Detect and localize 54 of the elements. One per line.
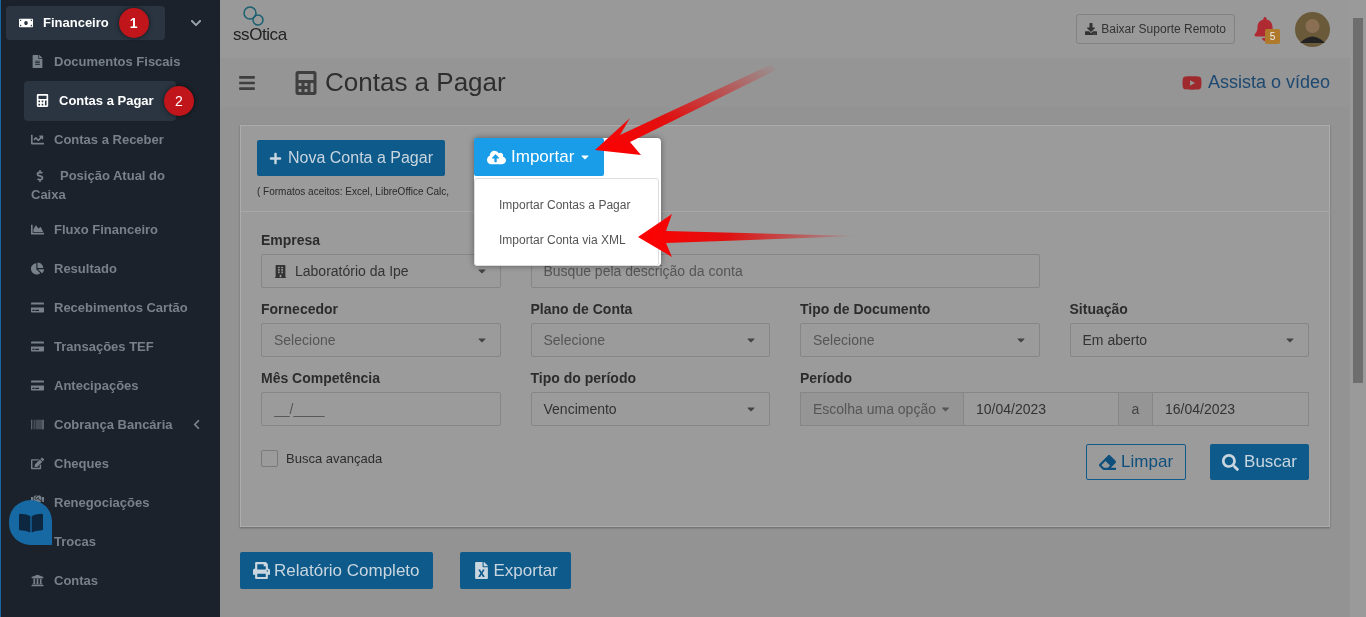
notification-count: 5	[1265, 29, 1280, 44]
select-field[interactable]: Selecione	[530, 323, 770, 357]
input-field[interactable]: __/____	[261, 392, 501, 426]
menu-item[interactable]: Importar Conta via XML	[499, 222, 626, 257]
select-field[interactable]: Laboratório da Ipe	[261, 254, 501, 288]
step-badge: 1	[118, 8, 149, 38]
field-label: Tipo de Documento	[800, 300, 932, 319]
page-title: Contas a Pagar	[325, 66, 506, 99]
date-field[interactable]: 16/04/2023	[1153, 392, 1309, 426]
import-button[interactable]: Importar	[474, 138, 605, 176]
field-label: Período	[800, 369, 854, 388]
field-label: Plano de Conta	[530, 300, 634, 319]
sidebar-item[interactable]: Cobrança Bancária	[54, 414, 173, 435]
input-field[interactable]: Busque pela descrição da conta	[530, 254, 1040, 288]
checkbox-label: Busca avançada	[286, 449, 383, 468]
sidebar-item[interactable]: Transações TEF	[54, 336, 154, 357]
field-label: Situação	[1069, 300, 1129, 319]
date-field[interactable]: 10/04/2023	[964, 392, 1119, 426]
video-link[interactable]: Assista o vídeo	[1181, 69, 1330, 96]
step-badge: 2	[164, 86, 194, 116]
sidebar-item[interactable]: Contas	[54, 570, 99, 591]
select-field[interactable]: Selecione	[800, 323, 1040, 357]
new-account-button[interactable]: Nova Conta a Pagar	[257, 140, 445, 176]
search-button[interactable]: Buscar	[1210, 444, 1309, 480]
sidebar-item[interactable]: Contas a Receber	[54, 129, 164, 150]
sidebar-item[interactable]: Antecipações	[54, 375, 139, 396]
clear-button[interactable]: Limpar	[1086, 444, 1187, 480]
select-field[interactable]: Vencimento	[530, 392, 770, 426]
field-label: Mês Competência	[261, 369, 382, 388]
sidebar-item[interactable]: Documentos Fiscais	[54, 51, 181, 72]
bell-icon[interactable]: 5	[1253, 17, 1277, 41]
sidebar-item[interactable]: Renegociações	[54, 492, 150, 513]
field-label: Fornecedor	[261, 300, 339, 319]
sidebar-item[interactable]: Posição Atual do Caixa	[31, 165, 191, 204]
field-label: Empresa	[261, 231, 322, 250]
menu-item[interactable]: Importar Contas a Pagar	[499, 187, 631, 222]
sidebar-item[interactable]: Contas a Pagar	[24, 80, 176, 121]
sidebar-item[interactable]: Cheques	[54, 453, 109, 474]
range-separator: a	[1119, 392, 1153, 426]
report-button[interactable]: Relatório Completo	[240, 552, 433, 589]
export-button[interactable]: Exportar	[459, 552, 571, 589]
menu-header[interactable]: Financeiro 1	[6, 6, 165, 40]
menu-header-label: Financeiro	[43, 14, 109, 33]
sidebar-item[interactable]: Fluxo Financeiro	[54, 219, 158, 240]
sidebar-item[interactable]: Trocas	[54, 531, 96, 552]
select-field[interactable]: Selecione	[261, 323, 501, 357]
support-button[interactable]: Baixar Suporte Remoto	[1076, 14, 1235, 44]
sidebar-item[interactable]: Resultado	[54, 258, 117, 279]
formats-hint: ( Formatos aceitos: Excel, LibreOffice Calc,	[257, 185, 451, 199]
sidebar-item[interactable]: Recebimentos Cartão	[54, 297, 188, 318]
select-field[interactable]: Em aberto	[1069, 323, 1309, 357]
logo[interactable]: ssOtica	[233, 10, 287, 48]
select-field[interactable]: Escolha uma opção	[800, 392, 964, 426]
field-label: Tipo do período	[530, 369, 637, 388]
